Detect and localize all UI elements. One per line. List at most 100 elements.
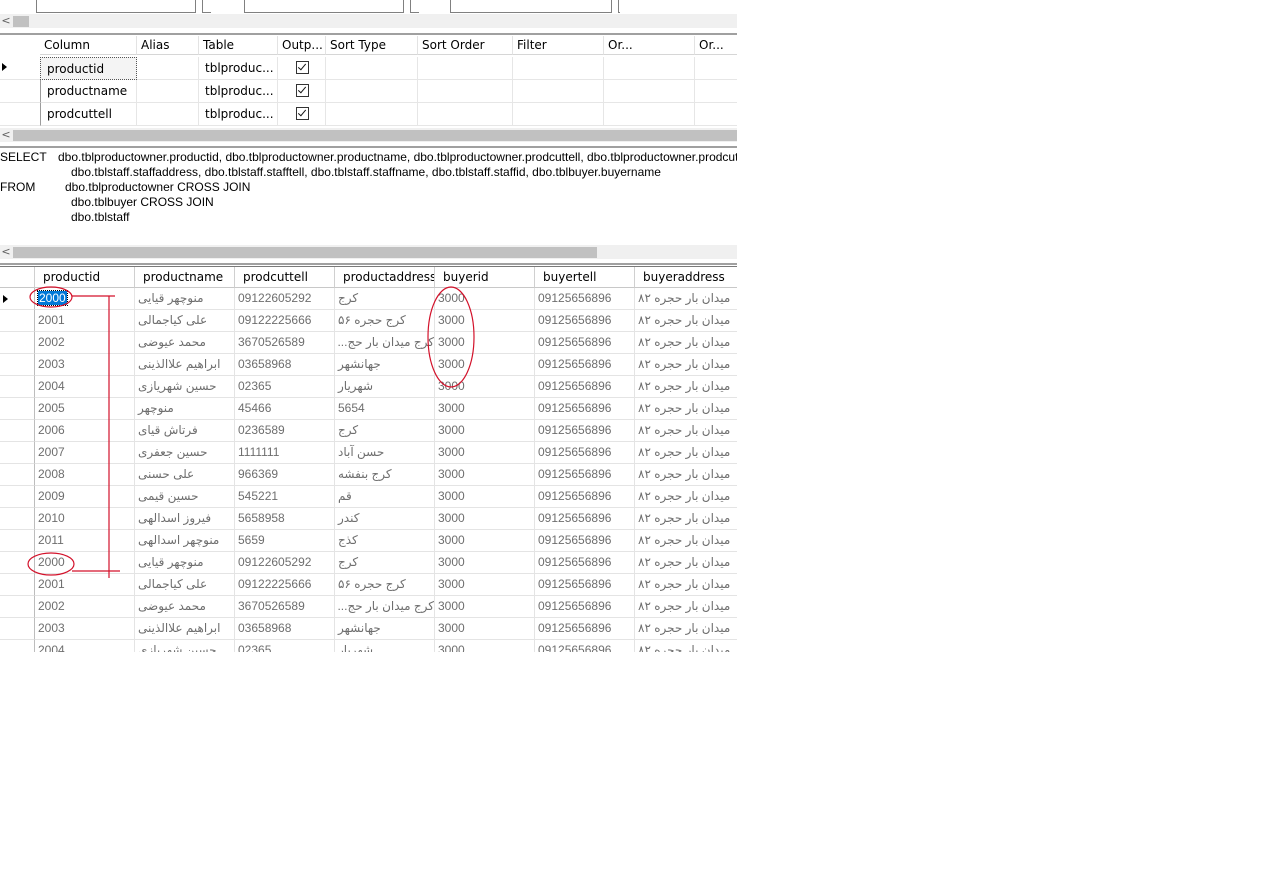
result-cell-prodcuttell[interactable]: 03658968 bbox=[235, 618, 335, 640]
row-selector[interactable] bbox=[0, 508, 35, 530]
result-cell-productaddress[interactable]: کندر bbox=[335, 508, 435, 530]
result-cell-productname[interactable]: ابراهیم علاالذینی bbox=[135, 354, 235, 376]
scroll-left-icon[interactable]: < bbox=[0, 14, 12, 28]
result-cell-buyerid[interactable]: 3000 bbox=[435, 310, 535, 332]
results-header-prodcuttell[interactable]: prodcuttell bbox=[235, 267, 335, 288]
result-cell-buyerid[interactable]: 3000 bbox=[435, 376, 535, 398]
result-cell-productname[interactable]: حسین قیمی bbox=[135, 486, 235, 508]
table-row[interactable]: 2003 ابراهیم علاالذینی 03658968 جهانشهر 3000… bbox=[0, 354, 737, 376]
result-cell-buyeraddress[interactable]: میدان بار حجره ۸۲ bbox=[635, 354, 737, 376]
criteria-cell-sort-order[interactable] bbox=[418, 80, 513, 103]
results-header-productaddress[interactable]: productaddress bbox=[335, 267, 435, 288]
result-cell-prodcuttell[interactable]: 09122605292 bbox=[235, 288, 335, 310]
result-cell-prodcuttell[interactable]: 3670526589 bbox=[235, 332, 335, 354]
table-row[interactable]: 2001 علی کیاجمالی 09122225666 کرج حجره ۵۶ 30… bbox=[0, 574, 737, 596]
result-cell-buyeraddress[interactable]: میدان بار حجره ۸۲ bbox=[635, 530, 737, 552]
criteria-header-table[interactable]: Table bbox=[199, 36, 278, 55]
results-header-productname[interactable]: productname bbox=[135, 267, 235, 288]
criteria-cell-or[interactable] bbox=[695, 80, 737, 103]
result-cell-productid[interactable]: 2001 bbox=[35, 310, 135, 332]
result-cell-buyertell[interactable]: 09125656896 bbox=[535, 376, 635, 398]
diagram-horizontal-scrollbar[interactable]: < bbox=[0, 14, 737, 28]
result-cell-productaddress[interactable]: شهریار bbox=[335, 640, 435, 652]
result-cell-productname[interactable]: فیروز اسدالهی bbox=[135, 508, 235, 530]
row-selector[interactable] bbox=[0, 552, 35, 574]
result-cell-buyeraddress[interactable]: میدان بار حجره ۸۲ bbox=[635, 508, 737, 530]
result-cell-productaddress[interactable]: کرج bbox=[335, 552, 435, 574]
scrollbar-thumb[interactable] bbox=[13, 130, 737, 141]
result-cell-buyeraddress[interactable]: میدان بار حجره ۸۲ bbox=[635, 420, 737, 442]
criteria-row[interactable]: productname tblproduc... bbox=[0, 80, 737, 103]
result-cell-prodcuttell[interactable]: 09122605292 bbox=[235, 552, 335, 574]
result-cell-buyertell[interactable]: 09125656896 bbox=[535, 618, 635, 640]
result-cell-productid[interactable]: 2005 bbox=[35, 398, 135, 420]
results-header-buyerid[interactable]: buyerid bbox=[435, 267, 535, 288]
result-cell-buyertell[interactable]: 09125656896 bbox=[535, 486, 635, 508]
results-corner[interactable] bbox=[0, 267, 35, 288]
result-cell-prodcuttell[interactable]: 45466 bbox=[235, 398, 335, 420]
table-row[interactable]: 2000 منوچهر قیایی 09122605292 کرج 3000 091256… bbox=[0, 288, 737, 310]
row-selector[interactable] bbox=[0, 574, 35, 596]
result-cell-buyeraddress[interactable]: میدان بار حجره ۸۲ bbox=[635, 398, 737, 420]
criteria-cell-sort-order[interactable] bbox=[418, 103, 513, 126]
result-cell-productname[interactable]: علی حسنی bbox=[135, 464, 235, 486]
criteria-header-sort-order[interactable]: Sort Order bbox=[418, 36, 513, 55]
result-cell-buyertell[interactable]: 09125656896 bbox=[535, 310, 635, 332]
selected-cell-value[interactable]: 2000 bbox=[37, 290, 68, 306]
scrollbar-thumb[interactable] bbox=[13, 247, 597, 258]
table-row[interactable]: 2002 محمد عیوضی 3670526589 کرج میدان بار حج… bbox=[0, 596, 737, 618]
result-cell-productaddress[interactable]: 5654 bbox=[335, 398, 435, 420]
criteria-cell-table[interactable]: tblproduc... bbox=[199, 80, 278, 103]
result-cell-buyertell[interactable]: 09125656896 bbox=[535, 508, 635, 530]
result-cell-productaddress[interactable]: کرج bbox=[335, 420, 435, 442]
result-cell-productname[interactable]: حسین شهریازی bbox=[135, 376, 235, 398]
table-row[interactable]: 2006 فرتاش قیای 0236589 کرج 3000 09125656896 م… bbox=[0, 420, 737, 442]
table-row[interactable]: 2009 حسین قیمی 545221 قم 3000 09125656896 میدا… bbox=[0, 486, 737, 508]
row-selector[interactable] bbox=[0, 288, 35, 310]
criteria-cell-column[interactable]: productname bbox=[40, 80, 137, 103]
criteria-cell-column[interactable]: prodcuttell bbox=[40, 103, 137, 126]
result-cell-prodcuttell[interactable]: 545221 bbox=[235, 486, 335, 508]
result-cell-productaddress[interactable]: کرج حجره ۵۶ bbox=[335, 310, 435, 332]
result-cell-buyeraddress[interactable]: میدان بار حجره ۸۲ bbox=[635, 640, 737, 652]
criteria-header-alias[interactable]: Alias bbox=[137, 36, 199, 55]
result-cell-productname[interactable]: حسین شهریازی bbox=[135, 640, 235, 652]
table-row[interactable]: 2004 حسین شهریازی 02365 شهریار 3000 091256568… bbox=[0, 376, 737, 398]
result-cell-buyeraddress[interactable]: میدان بار حجره ۸۲ bbox=[635, 486, 737, 508]
result-cell-buyerid[interactable]: 3000 bbox=[435, 552, 535, 574]
result-cell-buyerid[interactable]: 3000 bbox=[435, 420, 535, 442]
result-cell-prodcuttell[interactable]: 02365 bbox=[235, 376, 335, 398]
table-row[interactable]: 2007 حسین جعفری 1111111 حسن آباد 3000 0912565… bbox=[0, 442, 737, 464]
result-cell-productname[interactable]: علی کیاجمالی bbox=[135, 310, 235, 332]
table-row[interactable]: 2008 علی حسنی 966369 کرج بنفشه 3000 091256568… bbox=[0, 464, 737, 486]
table-box-partial[interactable] bbox=[36, 0, 196, 13]
result-cell-buyertell[interactable]: 09125656896 bbox=[535, 596, 635, 618]
row-selector[interactable] bbox=[0, 103, 40, 126]
result-cell-productaddress[interactable]: حسن آباد bbox=[335, 442, 435, 464]
criteria-horizontal-scrollbar[interactable]: < bbox=[0, 128, 737, 142]
criteria-cell-table[interactable]: tblproduc... bbox=[199, 103, 278, 126]
criteria-cell-or[interactable] bbox=[695, 103, 737, 126]
criteria-header-or[interactable]: Or... bbox=[604, 36, 695, 55]
result-cell-buyerid[interactable]: 3000 bbox=[435, 464, 535, 486]
table-box-partial[interactable] bbox=[244, 0, 404, 13]
row-selector[interactable] bbox=[0, 398, 35, 420]
result-cell-buyertell[interactable]: 09125656896 bbox=[535, 420, 635, 442]
row-selector[interactable] bbox=[0, 464, 35, 486]
criteria-cell-column[interactable]: productid bbox=[40, 57, 137, 80]
result-cell-productid[interactable]: 2002 bbox=[35, 332, 135, 354]
table-row[interactable]: 2003 ابراهیم علاالذینی 03658968 جهانشهر 3000… bbox=[0, 618, 737, 640]
result-cell-productname[interactable]: محمد عیوضی bbox=[135, 596, 235, 618]
result-cell-productname[interactable]: منوچهر اسدالهی bbox=[135, 530, 235, 552]
result-cell-buyerid[interactable]: 3000 bbox=[435, 332, 535, 354]
result-cell-buyertell[interactable]: 09125656896 bbox=[535, 552, 635, 574]
criteria-header-output[interactable]: Outp... bbox=[278, 36, 326, 55]
result-cell-buyeraddress[interactable]: میدان بار حجره ۸۲ bbox=[635, 464, 737, 486]
row-selector[interactable] bbox=[0, 310, 35, 332]
criteria-cell-filter[interactable] bbox=[513, 57, 604, 80]
criteria-cell-or[interactable] bbox=[604, 103, 695, 126]
criteria-cell-sort-type[interactable] bbox=[326, 80, 418, 103]
pane-divider[interactable] bbox=[0, 33, 737, 35]
criteria-header-sort-type[interactable]: Sort Type bbox=[326, 36, 418, 55]
result-cell-buyertell[interactable]: 09125656896 bbox=[535, 442, 635, 464]
